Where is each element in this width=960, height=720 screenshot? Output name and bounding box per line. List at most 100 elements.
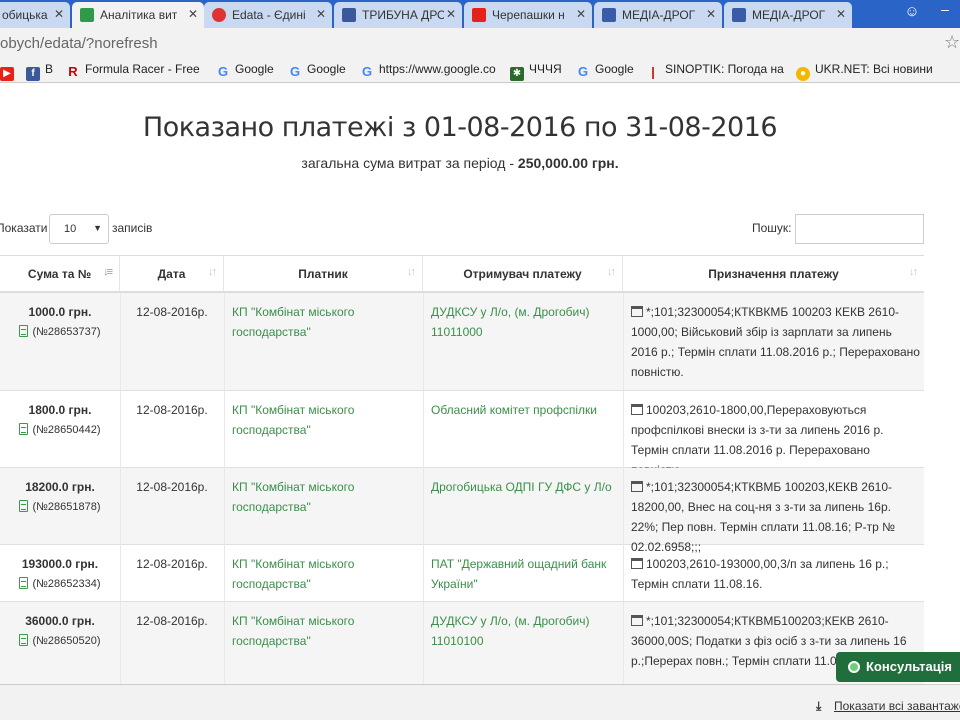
bookmark-google[interactable]: G Google (576, 62, 634, 79)
receiver-link[interactable]: Обласний комітет профспілки (431, 391, 616, 420)
amount-cell: 36000.0 грн. (№28650520) (0, 602, 120, 651)
user-icon[interactable]: ☺ (898, 1, 926, 23)
close-icon[interactable]: ✕ (188, 7, 198, 21)
header-payer[interactable]: Платник ↓↑ (224, 256, 423, 292)
bookmark-facebook[interactable]: fB (26, 62, 53, 81)
google-icon: G (217, 64, 229, 79)
bookmark-formula-racer[interactable]: R Formula Racer - Free (66, 62, 199, 79)
payment-number-link[interactable]: (№28653737) (0, 322, 120, 342)
google-icon: G (289, 64, 301, 79)
bookmark-star-icon[interactable]: ☆ (944, 32, 960, 53)
google-icon: G (361, 64, 373, 79)
racer-icon: R (68, 64, 78, 79)
consultation-button[interactable]: Консультація (836, 652, 960, 682)
header-amount[interactable]: Сума та № ↓≡ (0, 256, 120, 292)
column-divider (623, 602, 624, 684)
receiver-link[interactable]: ДУДКСУ у Л/о, (м. Дрогобич) 11011000 (431, 293, 616, 342)
column-divider (623, 293, 624, 391)
length-select[interactable]: 10 ▼ (49, 214, 109, 244)
close-icon[interactable]: ✕ (706, 7, 716, 21)
amount-cell: 1000.0 грн. (№28653737) (0, 293, 120, 342)
document-icon (19, 325, 29, 337)
bookmarks-bar: ▶ fB R Formula Racer - Free G Google G Goog… (0, 58, 960, 83)
column-divider (224, 602, 225, 684)
bookmark-ukrnet[interactable]: ● UKR.NET: Всі новини (796, 62, 933, 81)
column-divider (623, 391, 624, 468)
bookmark-google[interactable]: G Google (216, 62, 274, 79)
calendar-icon (631, 615, 643, 626)
bookmark-sinoptik[interactable]: ❙ SINOPTIK: Погода на (646, 62, 784, 79)
header-label: Призначення платежу (708, 267, 839, 281)
document-icon (19, 577, 29, 589)
bookmark-google-url[interactable]: Ghttps://www.google.co (360, 62, 496, 79)
url-input[interactable]: obych/edata/?norefresh (0, 35, 158, 52)
table-row: 193000.0 грн. (№28652334) 12-08-2016р. К… (0, 545, 924, 602)
receiver-link[interactable]: Дрогобицька ОДПІ ГУ ДФС у Л/о (431, 468, 616, 497)
show-all-downloads-link[interactable]: ⤓ Показати всі завантаження (816, 699, 960, 714)
minimize-icon[interactable]: – (930, 0, 960, 20)
ukrnet-icon: ● (796, 67, 810, 81)
table-header: Сума та № ↓≡ Дата ↓↑ Платник ↓↑ Отримува… (0, 255, 924, 293)
calendar-icon (631, 404, 643, 415)
close-icon[interactable]: ✕ (446, 7, 456, 21)
payment-number-link[interactable]: (№28650520) (0, 631, 120, 651)
payer-link[interactable]: КП "Комбінат міського господарства" (232, 545, 412, 594)
header-receiver[interactable]: Отримувач платежу ↓↑ (423, 256, 623, 292)
column-divider (224, 468, 225, 545)
sort-icon: ↓↑ (909, 266, 918, 278)
bookmark-label: Google (307, 62, 346, 76)
browser-tab-2[interactable]: Edata - Єдині ✕ (204, 2, 332, 28)
browser-tab-0[interactable]: обицька ✕ (0, 2, 70, 28)
payer-link[interactable]: КП "Комбінат міського господарства" (232, 391, 412, 440)
header-label: Платник (298, 267, 348, 281)
media-favicon-icon (602, 8, 616, 22)
bookmark-site[interactable]: ✱ ЧЧЧЯ (510, 62, 562, 81)
tab-label: Edata - Єдині (232, 8, 306, 22)
media-favicon-icon (732, 8, 746, 22)
search-input[interactable] (795, 214, 924, 244)
browser-tab-1[interactable]: Аналітика вит ✕ (72, 2, 204, 28)
payment-number-link[interactable]: (№28651878) (0, 497, 120, 517)
header-date[interactable]: Дата ↓↑ (120, 256, 224, 292)
date-cell: 12-08-2016р. (136, 614, 208, 628)
google-icon: G (577, 64, 589, 79)
close-icon[interactable]: ✕ (316, 7, 326, 21)
sort-icon: ↓↑ (607, 266, 616, 278)
payment-number-link[interactable]: (№28650442) (0, 420, 120, 440)
close-icon[interactable]: ✕ (836, 7, 846, 21)
column-divider (623, 468, 624, 545)
date-cell: 12-08-2016р. (136, 557, 208, 571)
table-row: 18200.0 грн. (№28651878) 12-08-2016р. КП… (0, 468, 924, 554)
purpose-cell: 100203,2610-193000,00,3/п за липень 16 р… (631, 545, 921, 594)
youtube-favicon-icon (472, 8, 486, 22)
amount: 18200.0 грн. (25, 480, 95, 494)
bookmark-google[interactable]: G Google (288, 62, 346, 79)
download-bar: ⤓ Показати всі завантаження (0, 684, 960, 720)
close-icon[interactable]: ✕ (576, 7, 586, 21)
receiver-link[interactable]: ПАТ "Державний ощадний банк України" (431, 545, 616, 594)
table-row: 1800.0 грн. (№28650442) 12-08-2016р. КП … (0, 391, 924, 477)
browser-tab-3[interactable]: ТРИБУНА ДРО ✕ (334, 2, 462, 28)
bookmark-youtube[interactable]: ▶ (0, 62, 19, 81)
purpose-text: *;101;32300054;КТКВКМБ 100203 КЕКВ 2610-… (631, 305, 920, 379)
bookmark-label: B (45, 62, 54, 76)
column-divider (423, 602, 424, 684)
payer-link[interactable]: КП "Комбінат міського господарства" (232, 602, 412, 651)
payment-number-link[interactable]: (№28652334) (0, 574, 120, 594)
table-row: 1000.0 грн. (№28653737) 12-08-2016р. КП … (0, 293, 924, 391)
page-subtitle: загальна сума витрат за період - 250,000… (0, 155, 920, 171)
browser-tab-4[interactable]: Черепашки н ✕ (464, 2, 592, 28)
browser-tab-5[interactable]: МЕДІА-ДРОГ ✕ (594, 2, 722, 28)
thermometer-icon: ❙ (647, 65, 659, 79)
facebook-favicon-icon (342, 8, 356, 22)
browser-tab-6[interactable]: МЕДІА-ДРОГ ✕ (724, 2, 852, 28)
payer-link[interactable]: КП "Комбінат міського господарства" (232, 293, 412, 342)
payment-number: (№28651878) (32, 501, 101, 513)
amount-cell: 18200.0 грн. (№28651878) (0, 468, 120, 517)
receiver-link[interactable]: ДУДКСУ у Л/о, (м. Дрогобич) 11010100 (431, 602, 616, 651)
header-purpose[interactable]: Призначення платежу ↓↑ (623, 256, 924, 292)
chevron-down-icon: ▼ (93, 223, 102, 233)
payer-link[interactable]: КП "Комбінат міського господарства" (232, 468, 412, 517)
close-icon[interactable]: ✕ (54, 7, 64, 21)
sort-desc-icon: ↓≡ (103, 266, 113, 278)
